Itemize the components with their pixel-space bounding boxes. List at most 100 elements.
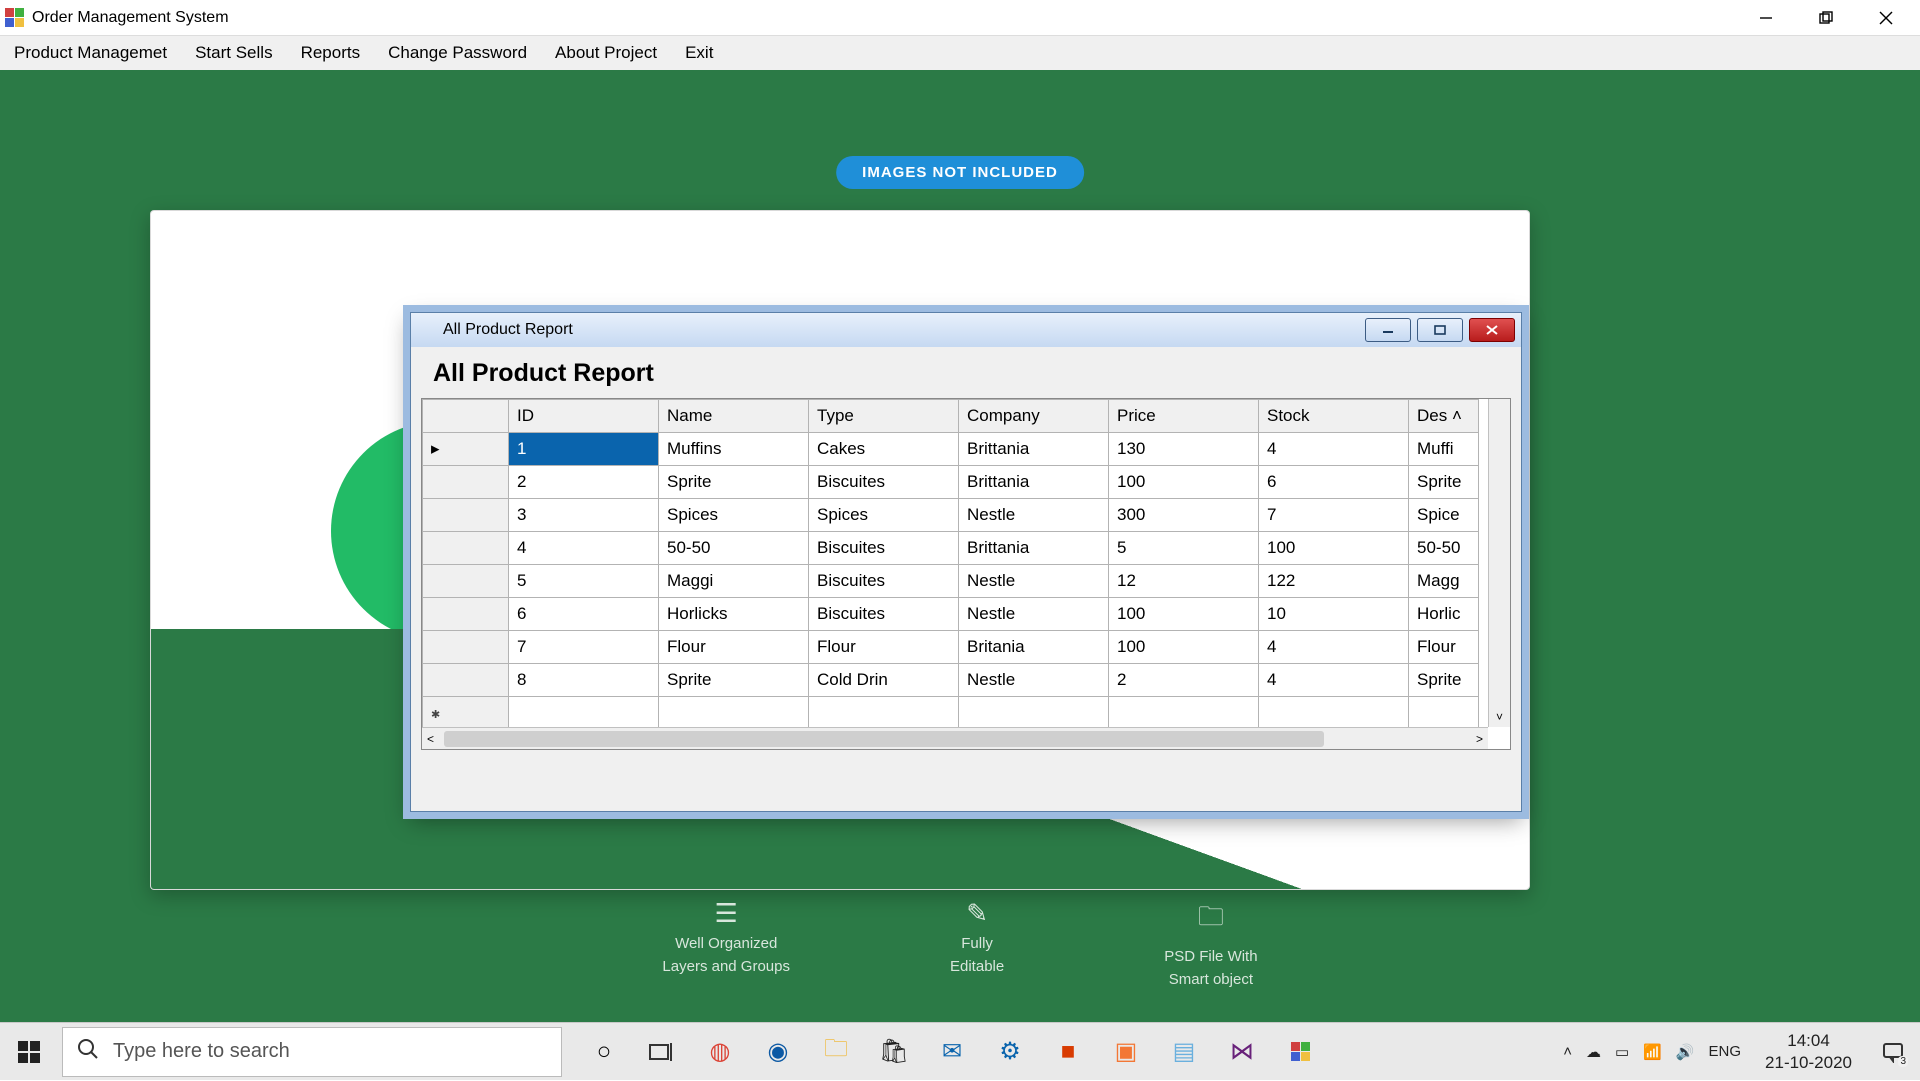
settings-icon[interactable]: ⚙ <box>992 1034 1028 1070</box>
cell-type[interactable]: Biscuites <box>809 598 959 631</box>
cell-type[interactable]: Biscuites <box>809 565 959 598</box>
cell-name[interactable]: Horlicks <box>659 598 809 631</box>
cell-name[interactable]: Sprite <box>659 466 809 499</box>
scroll-right-button[interactable]: > <box>1471 732 1488 746</box>
cell-desc[interactable]: Magg <box>1409 565 1479 598</box>
menu-reports[interactable]: Reports <box>301 43 361 63</box>
table-row[interactable]: 8SpriteCold DrinNestle24Sprite <box>423 664 1479 697</box>
file-explorer-icon[interactable]: 🗀 <box>818 1034 854 1070</box>
cell-stock[interactable]: 100 <box>1259 532 1409 565</box>
scroll-down-button[interactable]: ˅ <box>1489 707 1510 727</box>
notepad-icon[interactable]: ▤ <box>1166 1034 1202 1070</box>
cell-id[interactable]: 2 <box>509 466 659 499</box>
running-app-icon[interactable] <box>1282 1034 1318 1070</box>
cell-id[interactable]: 7 <box>509 631 659 664</box>
table-row[interactable]: 450-50BiscuitesBrittania510050-50 <box>423 532 1479 565</box>
office-icon[interactable]: ■ <box>1050 1034 1086 1070</box>
cortana-icon[interactable]: ○ <box>586 1034 622 1070</box>
cell-name[interactable]: 50-50 <box>659 532 809 565</box>
cell-name[interactable]: Spices <box>659 499 809 532</box>
battery-icon[interactable]: ▭ <box>1615 1043 1629 1061</box>
cell-price[interactable]: 100 <box>1109 598 1259 631</box>
cell-name[interactable]: Maggi <box>659 565 809 598</box>
cell-company[interactable]: Nestle <box>959 598 1109 631</box>
row-header[interactable] <box>423 664 509 697</box>
table-row[interactable]: 5MaggiBiscuitesNestle12122Magg <box>423 565 1479 598</box>
horizontal-scrollbar[interactable]: < > <box>422 727 1488 749</box>
cell-price[interactable]: 300 <box>1109 499 1259 532</box>
cell-price[interactable]: 2 <box>1109 664 1259 697</box>
col-price[interactable]: Price <box>1109 400 1259 433</box>
start-button[interactable] <box>0 1023 58 1081</box>
cell-stock[interactable]: 6 <box>1259 466 1409 499</box>
menu-product-management[interactable]: Product Managemet <box>14 43 167 63</box>
cell-desc[interactable]: Spice <box>1409 499 1479 532</box>
scroll-thumb[interactable] <box>444 731 1324 747</box>
cell-desc[interactable]: Sprite <box>1409 664 1479 697</box>
row-header[interactable] <box>423 631 509 664</box>
cell-id[interactable]: 5 <box>509 565 659 598</box>
row-header[interactable] <box>423 565 509 598</box>
action-center-button[interactable]: 3 <box>1876 1035 1910 1069</box>
cell-id[interactable]: 4 <box>509 532 659 565</box>
mail-icon[interactable]: ✉ <box>934 1034 970 1070</box>
dialog-maximize-button[interactable] <box>1417 318 1463 342</box>
cell-company[interactable]: Nestle <box>959 664 1109 697</box>
menu-exit[interactable]: Exit <box>685 43 713 63</box>
volume-icon[interactable]: 🔊 <box>1676 1043 1695 1061</box>
cell-desc[interactable]: 50-50 <box>1409 532 1479 565</box>
dialog-minimize-button[interactable] <box>1365 318 1411 342</box>
cell-type[interactable]: Spices <box>809 499 959 532</box>
col-desc[interactable]: Des ˄ <box>1409 400 1479 433</box>
cell-id[interactable]: 6 <box>509 598 659 631</box>
cell-id[interactable]: 3 <box>509 499 659 532</box>
cell-stock[interactable]: 4 <box>1259 631 1409 664</box>
row-header[interactable]: ▸ <box>423 433 509 466</box>
cell-company[interactable]: Nestle <box>959 565 1109 598</box>
row-header[interactable] <box>423 697 509 730</box>
chrome-icon[interactable]: ◍ <box>702 1034 738 1070</box>
cell-name[interactable]: Sprite <box>659 664 809 697</box>
tray-overflow-icon[interactable]: ˄ <box>1563 1043 1572 1060</box>
cell-type[interactable]: Cakes <box>809 433 959 466</box>
row-header[interactable] <box>423 499 509 532</box>
maximize-button[interactable] <box>1796 0 1856 36</box>
minimize-button[interactable] <box>1736 0 1796 36</box>
cell-price[interactable]: 12 <box>1109 565 1259 598</box>
cell-name[interactable]: Flour <box>659 631 809 664</box>
col-type[interactable]: Type <box>809 400 959 433</box>
table-row[interactable]: 7FlourFlourBritania1004Flour <box>423 631 1479 664</box>
edge-icon[interactable]: ◉ <box>760 1034 796 1070</box>
row-header[interactable] <box>423 532 509 565</box>
cell-desc[interactable]: Muffi <box>1409 433 1479 466</box>
col-company[interactable]: Company <box>959 400 1109 433</box>
cell-company[interactable]: Brittania <box>959 532 1109 565</box>
cell-type[interactable]: Biscuites <box>809 532 959 565</box>
taskbar-search[interactable]: Type here to search <box>62 1027 562 1077</box>
table-row[interactable]: 2SpriteBiscuitesBrittania1006Sprite <box>423 466 1479 499</box>
cell-price[interactable]: 100 <box>1109 466 1259 499</box>
col-stock[interactable]: Stock <box>1259 400 1409 433</box>
xampp-icon[interactable]: ▣ <box>1108 1034 1144 1070</box>
cell-stock[interactable]: 10 <box>1259 598 1409 631</box>
menu-start-sells[interactable]: Start Sells <box>195 43 272 63</box>
col-id[interactable]: ID <box>509 400 659 433</box>
cell-type[interactable]: Biscuites <box>809 466 959 499</box>
cell-desc[interactable]: Flour <box>1409 631 1479 664</box>
dialog-close-button[interactable] <box>1469 318 1515 342</box>
cell-type[interactable]: Flour <box>809 631 959 664</box>
grid-corner-cell[interactable] <box>423 400 509 433</box>
store-icon[interactable]: 🛍 <box>876 1034 912 1070</box>
cell-price[interactable]: 130 <box>1109 433 1259 466</box>
table-row[interactable]: ▸1MuffinsCakesBrittania1304Muffi <box>423 433 1479 466</box>
cell-id[interactable]: 8 <box>509 664 659 697</box>
cell-type[interactable]: Cold Drin <box>809 664 959 697</box>
row-header[interactable] <box>423 466 509 499</box>
menu-change-password[interactable]: Change Password <box>388 43 527 63</box>
cell-price[interactable]: 100 <box>1109 631 1259 664</box>
onedrive-icon[interactable]: ☁ <box>1586 1043 1601 1061</box>
cell-desc[interactable]: Sprite <box>1409 466 1479 499</box>
cell-company[interactable]: Nestle <box>959 499 1109 532</box>
cell-stock[interactable]: 4 <box>1259 664 1409 697</box>
scroll-up-button[interactable] <box>1489 399 1510 405</box>
